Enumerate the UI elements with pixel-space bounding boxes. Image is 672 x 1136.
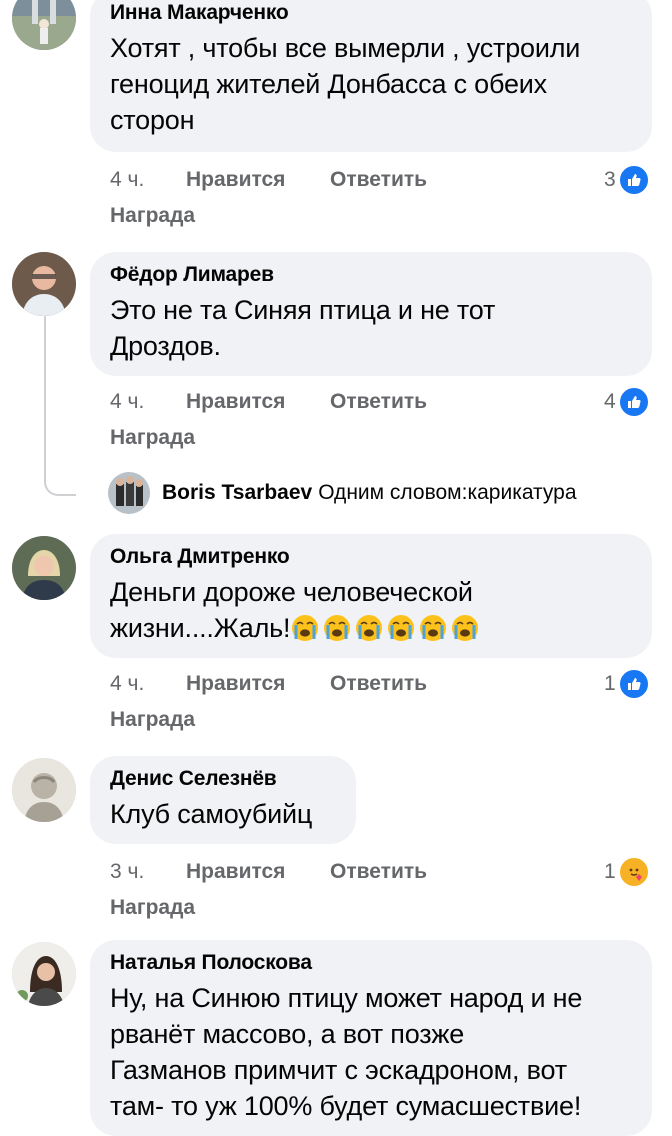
comment-text: Хотят , чтобы все вымерли , устроили ген… — [110, 33, 581, 135]
like-icon — [617, 164, 650, 196]
comment-author[interactable]: Наталья Полоскова — [110, 950, 632, 976]
loudly-crying-emoji-icon — [292, 615, 319, 641]
avatar[interactable] — [12, 758, 76, 822]
comment-bubble[interactable]: Денис Селезнёв Клуб самоубийц — [90, 756, 356, 844]
avatar[interactable] — [12, 252, 76, 316]
avatar[interactable] — [12, 536, 76, 600]
award-button[interactable]: Награда — [110, 708, 195, 732]
award-button[interactable]: Награда — [110, 426, 195, 450]
like-icon — [617, 668, 650, 700]
reply-button[interactable]: Ответить — [330, 860, 427, 884]
comment-author[interactable]: Ольга Дмитренко — [110, 544, 632, 570]
comment-text: Это не та Синяя птица и не тот Дроздов. — [110, 295, 496, 361]
reaction-count[interactable]: 4 — [604, 386, 650, 418]
like-button[interactable]: Нравится — [186, 168, 330, 192]
timestamp[interactable]: 3 ч. — [110, 860, 186, 884]
award-button[interactable]: Награда — [110, 896, 195, 920]
comment-actions: 4 ч. Нравится Ответить — [110, 672, 427, 696]
like-button[interactable]: Нравится — [186, 860, 330, 884]
comment-actions: 4 ч. Нравится Ответить — [110, 390, 427, 414]
comment-author[interactable]: Инна Макарченко — [110, 0, 632, 26]
comment-text: Клуб самоубийц — [110, 799, 313, 829]
comment-author[interactable]: Денис Селезнёв — [110, 766, 336, 792]
reply-text: Одним словом:карикатура — [318, 481, 577, 504]
like-button[interactable]: Нравится — [186, 672, 330, 696]
reply-preview[interactable]: Boris Tsarbaev Одним словом:карикатура — [108, 472, 577, 514]
timestamp[interactable]: 4 ч. — [110, 390, 186, 414]
loudly-crying-emoji-icon — [356, 615, 383, 641]
reply-button[interactable]: Ответить — [330, 672, 427, 696]
avatar[interactable] — [12, 942, 76, 1006]
reply-button[interactable]: Ответить — [330, 168, 427, 192]
comment-bubble[interactable]: Наталья Полоскова Ну, на Синюю птицу мож… — [90, 940, 652, 1136]
comment-bubble[interactable]: Инна Макарченко Хотят , чтобы все вымерл… — [90, 0, 652, 152]
loudly-crying-emoji-icon — [452, 615, 479, 641]
comment-text: Деньги дороже человеческой жизни....Жаль… — [110, 574, 632, 646]
comment-actions: 3 ч. Нравится Ответить — [110, 860, 427, 884]
avatar[interactable] — [12, 0, 76, 50]
reply-author[interactable]: Boris Tsarbaev — [162, 481, 312, 505]
like-button[interactable]: Нравится — [186, 390, 330, 414]
reaction-count[interactable]: 1 — [604, 856, 650, 888]
loudly-crying-emoji-icon — [388, 615, 415, 641]
care-reaction-icon — [617, 856, 650, 888]
comment-text: Ну, на Синюю птицу может народ и не рван… — [110, 983, 583, 1121]
comment-author[interactable]: Фёдор Лимарев — [110, 262, 632, 288]
comment-bubble[interactable]: Ольга Дмитренко Деньги дороже человеческ… — [90, 534, 652, 658]
reaction-count[interactable]: 1 — [604, 668, 650, 700]
award-button[interactable]: Награда — [110, 204, 195, 228]
loudly-crying-emoji-icon — [324, 615, 351, 641]
reply-button[interactable]: Ответить — [330, 390, 427, 414]
comment-text-line: жизни....Жаль! — [110, 610, 632, 646]
comment-bubble[interactable]: Фёдор Лимарев Это не та Синяя птица и не… — [90, 252, 652, 376]
loudly-crying-emoji-icon — [420, 615, 447, 641]
thread-connector — [44, 316, 76, 496]
reaction-count[interactable]: 3 — [604, 164, 650, 196]
timestamp[interactable]: 4 ч. — [110, 672, 186, 696]
crying-emoji-row — [290, 613, 482, 643]
avatar[interactable] — [108, 472, 150, 514]
timestamp[interactable]: 4 ч. — [110, 168, 186, 192]
like-icon — [617, 386, 650, 418]
comment-actions: 4 ч. Нравится Ответить — [110, 168, 427, 192]
